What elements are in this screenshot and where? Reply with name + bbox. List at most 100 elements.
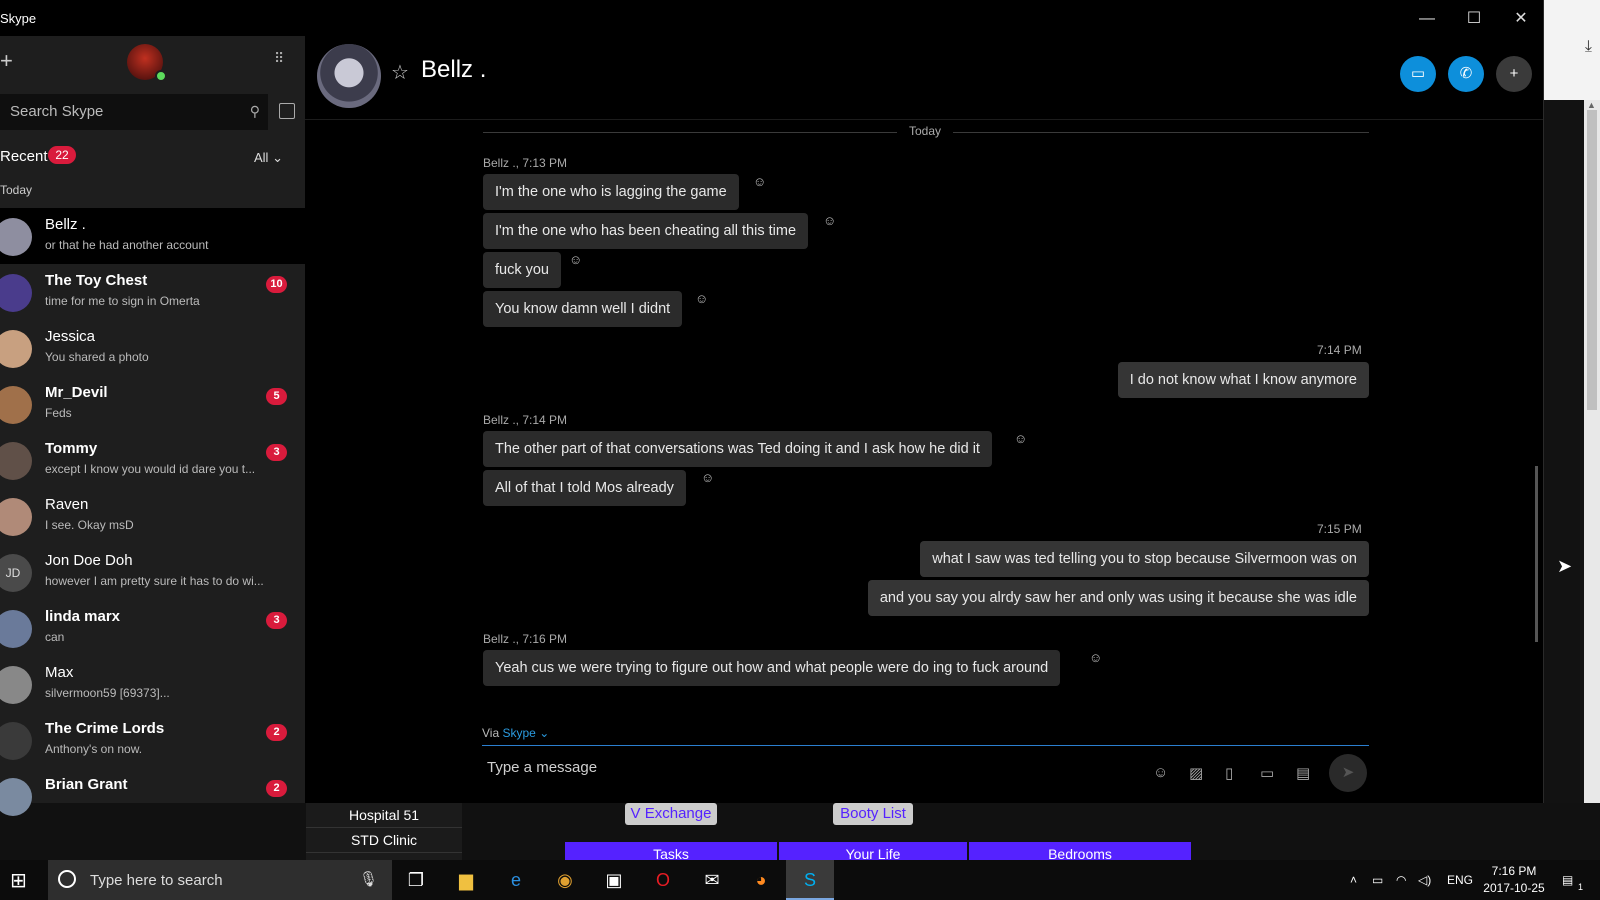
microphone-icon[interactable]: 🎙 bbox=[359, 870, 378, 888]
contact-card-icon[interactable]: ▤ bbox=[1296, 764, 1310, 782]
online-status-dot bbox=[155, 70, 167, 82]
store-icon[interactable]: ▣ bbox=[590, 860, 638, 900]
message-bubble[interactable]: I'm the one who is lagging the game bbox=[483, 174, 739, 210]
file-icon[interactable]: ▯ bbox=[1225, 764, 1233, 782]
chat-list-item[interactable]: Bellz . or that he had another account bbox=[0, 208, 305, 264]
my-message-bubble[interactable]: I do not know what I know anymore bbox=[1117, 362, 1369, 398]
message-meta: Bellz ., 7:16 PM bbox=[483, 632, 568, 646]
language-indicator[interactable]: ENG bbox=[1447, 873, 1473, 887]
task-view-icon[interactable]: ❐ bbox=[392, 860, 440, 900]
reaction-icon[interactable]: ☺ bbox=[823, 213, 836, 228]
chat-list-item[interactable]: Mr_Devil Feds 5 bbox=[0, 376, 305, 432]
message-bubble[interactable]: You know damn well I didnt bbox=[483, 291, 683, 327]
image-icon[interactable]: ▨ bbox=[1189, 764, 1203, 782]
background-scrollbar[interactable]: ▲ ▼ bbox=[1584, 100, 1600, 860]
firefox-icon[interactable]: ◕ bbox=[737, 860, 785, 900]
more-options-icon[interactable]: ⠿ bbox=[274, 50, 285, 67]
chat-list-item[interactable]: Brian Grant 2 bbox=[0, 768, 305, 824]
close-button[interactable]: ✕ bbox=[1501, 6, 1541, 32]
unread-badge: 3 bbox=[266, 444, 287, 461]
send-button[interactable]: ➤ bbox=[1329, 754, 1367, 792]
chat-list-item[interactable]: The Crime Lords Anthony's on now. 2 bbox=[0, 712, 305, 768]
chevron-down-icon[interactable]: ⌄ bbox=[539, 726, 549, 740]
minimize-button[interactable]: — bbox=[1407, 6, 1447, 32]
mail-icon[interactable]: ✉ bbox=[688, 860, 736, 900]
download-icon[interactable]: ⤓ bbox=[1585, 38, 1592, 56]
reaction-icon[interactable]: ☺ bbox=[569, 252, 582, 267]
edge-icon[interactable]: e bbox=[492, 860, 540, 900]
chat-preview: Feds bbox=[45, 406, 72, 420]
via-selector[interactable]: Via Skype ⌄ bbox=[482, 726, 549, 740]
video-camera-icon: ▭ bbox=[1410, 65, 1426, 82]
via-service[interactable]: Skype bbox=[502, 726, 535, 740]
header-divider bbox=[305, 119, 1543, 120]
scrollbar-thumb[interactable] bbox=[1587, 110, 1597, 410]
my-message-bubble[interactable]: what I saw was ted telling you to stop b… bbox=[920, 541, 1369, 577]
reaction-icon[interactable]: ☺ bbox=[695, 291, 708, 306]
file-explorer-icon[interactable]: ▆ bbox=[442, 860, 490, 900]
opera-icon[interactable]: O bbox=[639, 860, 687, 900]
message-meta: Bellz ., 7:13 PM bbox=[483, 156, 568, 170]
message-bubble[interactable]: Yeah cus we were trying to figure out ho… bbox=[483, 650, 1061, 686]
audio-call-button[interactable]: ✆ bbox=[1448, 56, 1484, 92]
volume-icon[interactable]: ◁) bbox=[1418, 873, 1431, 887]
chat-list-item[interactable]: The Toy Chest time for me to sign in Omer… bbox=[0, 264, 305, 320]
day-label: Today bbox=[897, 124, 954, 138]
search-box[interactable]: ⚲ bbox=[0, 94, 268, 130]
action-center-icon[interactable]: ▤ bbox=[1562, 873, 1573, 887]
message-bubble[interactable]: I'm the one who has been cheating all th… bbox=[483, 213, 809, 249]
chat-name: Jon Doe Doh bbox=[45, 552, 133, 569]
windows-start-icon[interactable]: ⊞ bbox=[10, 868, 27, 893]
chat-preview: time for me to sign in Omerta bbox=[45, 294, 200, 308]
skype-taskbar-icon[interactable]: S bbox=[786, 860, 834, 900]
show-hidden-icons-icon[interactable]: ˄ bbox=[1350, 873, 1357, 887]
conversation-scrollbar[interactable] bbox=[1535, 466, 1538, 642]
scroll-up-icon[interactable]: ▲ bbox=[1587, 100, 1596, 110]
my-message-bubble[interactable]: and you say you alrdy saw her and only w… bbox=[867, 580, 1369, 616]
message-input[interactable] bbox=[485, 758, 1109, 777]
reaction-icon[interactable]: ☺ bbox=[1089, 650, 1102, 665]
game-menu-item[interactable]: Hospital 51 bbox=[306, 803, 462, 828]
video-message-icon[interactable]: ▭ bbox=[1260, 764, 1274, 782]
chat-list-item[interactable]: Tommy except I know you would id dare you… bbox=[0, 432, 305, 488]
wifi-icon[interactable]: ◠ bbox=[1396, 873, 1406, 887]
reaction-icon[interactable]: ☺ bbox=[701, 470, 714, 485]
unread-badge: 10 bbox=[266, 276, 287, 293]
reaction-icon[interactable]: ☺ bbox=[753, 174, 766, 189]
chat-list-item[interactable]: linda marx can 3 bbox=[0, 600, 305, 656]
contacts-icon[interactable] bbox=[279, 103, 295, 119]
contact-avatar[interactable] bbox=[317, 44, 381, 108]
message-bubble[interactable]: All of that I told Mos already bbox=[483, 470, 686, 506]
chat-list-item[interactable]: Raven I see. Okay msD bbox=[0, 488, 305, 544]
add-people-button[interactable]: + bbox=[1496, 56, 1532, 92]
maximize-button[interactable]: ☐ bbox=[1454, 6, 1494, 32]
clock[interactable]: 7:16 PM 2017-10-25 bbox=[1478, 863, 1550, 897]
star-icon[interactable]: ☆ bbox=[391, 60, 409, 85]
avatar bbox=[0, 498, 32, 536]
chat-list-item[interactable]: Max silvermoon59 [69373]... bbox=[0, 656, 305, 712]
filter-dropdown[interactable]: All ⌄ bbox=[254, 150, 283, 166]
chrome-icon[interactable]: ◉ bbox=[541, 860, 589, 900]
booty-list-button[interactable]: Booty List bbox=[833, 803, 913, 825]
message-bubble[interactable]: fuck you bbox=[483, 252, 561, 288]
avatar bbox=[0, 386, 32, 424]
video-call-button[interactable]: ▭ bbox=[1400, 56, 1436, 92]
v-exchange-button[interactable]: V Exchange bbox=[625, 803, 717, 825]
reaction-icon[interactable]: ☺ bbox=[1014, 431, 1027, 446]
taskbar-search[interactable]: 🎙 bbox=[48, 860, 392, 900]
cortana-icon[interactable] bbox=[58, 870, 76, 888]
chat-list-item[interactable]: JD Jon Doe Doh however I am pretty sure it… bbox=[0, 544, 305, 600]
battery-icon[interactable]: ▭ bbox=[1372, 873, 1383, 887]
game-menu-item[interactable]: STD Clinic bbox=[306, 828, 462, 853]
chat-list: Bellz . or that he had another account The… bbox=[0, 208, 305, 824]
search-input[interactable] bbox=[8, 102, 232, 121]
search-icon[interactable]: ⚲ bbox=[250, 103, 260, 120]
message-meta: 7:15 PM bbox=[1317, 522, 1362, 536]
message-bubble[interactable]: The other part of that conversations was… bbox=[483, 431, 992, 467]
new-chat-icon[interactable]: + bbox=[0, 48, 13, 74]
emoji-icon[interactable]: ☺ bbox=[1153, 764, 1168, 781]
taskbar-search-input[interactable] bbox=[88, 871, 352, 890]
contact-name[interactable]: Bellz . bbox=[421, 56, 486, 84]
chat-list-item[interactable]: Jessica You shared a photo bbox=[0, 320, 305, 376]
chat-name: The Crime Lords bbox=[45, 720, 165, 737]
